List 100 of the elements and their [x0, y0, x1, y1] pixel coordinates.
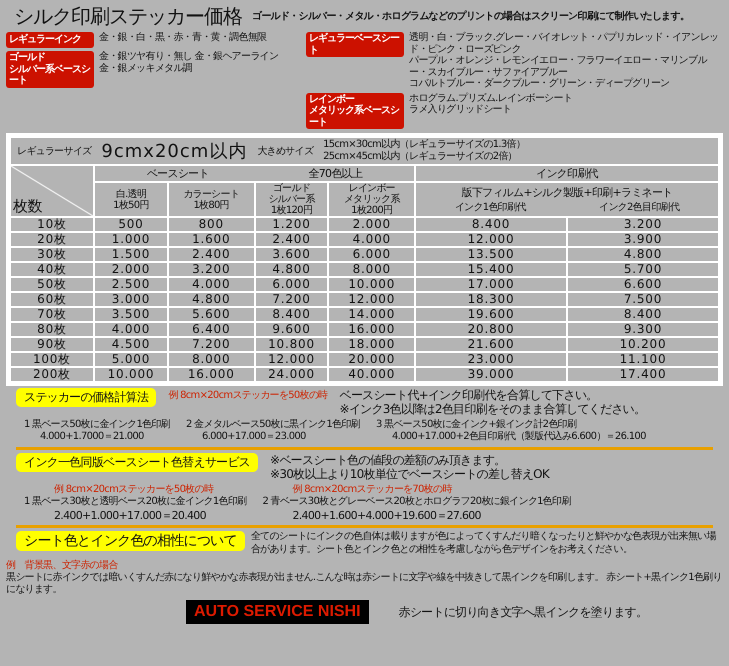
table-cell: 9.300: [567, 322, 719, 337]
table-cell: 6.400: [168, 322, 255, 337]
row-header: 100枚: [10, 352, 94, 367]
table-cell: 24.000: [254, 367, 328, 382]
table-cell: 1.000: [94, 232, 168, 247]
row-header: 50枚: [10, 277, 94, 292]
table-cell: 2.400: [254, 232, 328, 247]
formula-text: 6.000+17.000＝23.000: [201, 431, 307, 444]
category-label: レギュラーインク: [6, 32, 94, 48]
table-cell: 12.000: [415, 232, 567, 247]
note-text: ベースシート代+インク印刷代を合算して下さい。 ※インク3色以降は2色目印刷をそのまま合算してください。: [339, 388, 646, 417]
table-cell: 23.000: [415, 352, 567, 367]
case-title: 2 金メタルベース50枚に黒インク1色印刷: [186, 418, 360, 432]
table-cell: 4.800: [168, 292, 255, 307]
table-cell: 7.200: [254, 292, 328, 307]
table-cell: 8.400: [254, 307, 328, 322]
table-cell: 16.000: [168, 367, 255, 382]
case-title: 1 黒ベース50枚に金インク1色印刷: [24, 418, 170, 432]
table-cell: 16.000: [328, 322, 416, 337]
page-subtitle: ゴールド・シルバー・メタル・ホログラムなどのプリントの場合はスクリーン印刷にて制作いたします。: [252, 10, 690, 22]
table-cell: 40.000: [328, 367, 416, 382]
table-cell: 5.700: [567, 262, 719, 277]
category-label: レインボー メタリック系ベースシート: [306, 92, 404, 129]
formula-text: 2.400+1.000+17.000＝20.400: [53, 508, 207, 522]
table-cell: 7.500: [567, 292, 719, 307]
table-cell: 19.600: [415, 307, 567, 322]
table-cell: 10.000: [328, 277, 416, 292]
table-cell: 8.400: [567, 307, 719, 322]
table-cell: 15.400: [415, 262, 567, 277]
table-cell: 18.300: [415, 292, 567, 307]
description-text: 金・銀・白・黒・赤・青・黄・調色無限: [99, 32, 266, 44]
table-cell: 4.000: [328, 232, 416, 247]
table-cell: 6.000: [254, 277, 328, 292]
column-header: レインボー メタリック系 1枚200円: [342, 183, 402, 216]
table-cell: 9.600: [254, 322, 328, 337]
table-cell: 500: [94, 217, 168, 232]
formula-text: 2.400+1.600+4.000+19.600＝27.600: [291, 508, 482, 522]
row-header: 90枚: [10, 337, 94, 352]
size-label: レギュラーサイズ: [17, 145, 92, 158]
description-text: 金・銀ツヤ有り・無し 金・銀ヘアーライン 金・銀メッキメタル調: [99, 51, 278, 74]
table-cell: 20.800: [415, 322, 567, 337]
large-sizes: 15cm×30cm以内（レギュラーサイズの1.3倍） 25cm×45cm以内（レギュラーサイズの2倍）: [323, 139, 526, 163]
case-title: 3 黒ベース50枚に金インク+銀インク計2色印刷: [376, 418, 578, 430]
section-label: シート色とインク色の相性について: [16, 531, 245, 552]
table-cell: 8.000: [168, 352, 255, 367]
table-cell: 4.000: [168, 277, 255, 292]
logo-sample: AUTO SERVICE NISHI: [186, 600, 369, 624]
table-cell: 13.500: [415, 247, 567, 262]
column-header: 版下フィルム+シルク製版+印刷+ラミネート: [460, 185, 674, 200]
table-cell: 800: [168, 217, 255, 232]
row-header: 200枚: [10, 367, 94, 382]
table-cell: 3.200: [567, 217, 719, 232]
table-cell: 12.000: [254, 352, 328, 367]
example-text: 例 8cm×20cmステッカーを70枚の時: [291, 484, 453, 496]
caption-text: 赤シートに切り向き文字へ黒インクを塗ります。: [398, 604, 648, 621]
description-text: 全てのシートにインクの色自体は載りますが色によってくすんだり暗くなったりと鮮やかな色表現が出来無い場合があります。シート色とインク色との相性を考慮しながら色デザインをお考えください。: [250, 531, 718, 556]
example-text: 例 8cm×20cmステッカーを50枚の時: [168, 388, 328, 402]
table-cell: 3.500: [94, 307, 168, 322]
table-cell: 6.600: [567, 277, 719, 292]
description-text: 黒シートに赤インクでは暗いくすんだ赤になり鮮やかな赤表現が出ません.こんな時は赤シートに文字や線を中抜きして黒インクを印刷します。 赤シート+黒インク1色刷りになります。: [6, 572, 723, 596]
table-cell: 7.200: [168, 337, 255, 352]
row-header: 30枚: [10, 247, 94, 262]
group-header: ベースシート: [146, 166, 209, 181]
row-header: 70枚: [10, 307, 94, 322]
table-cell: 10.200: [567, 337, 719, 352]
page-title: シルク印刷ステッカー価格: [14, 3, 242, 30]
table-cell: 1.200: [254, 217, 328, 232]
group-header: インク印刷代: [415, 165, 719, 182]
column-header: インク2色目印刷代: [599, 200, 680, 214]
table-cell: 6.000: [328, 247, 416, 262]
table-cell: 8.000: [328, 262, 416, 277]
description-text: ホログラム.プリズム.レインボーシート ラメ入りグリッドシート: [409, 92, 572, 116]
description-text: 透明・白・ブラック.グレー・バイオレット・パプリカレッド・イアンレッド・ピンク・ローズピンク パープル・オレンジ・レモンイエロー・フラワーイエロー・マリンブルー・スカイブルー・サファイアブルー コバルトブルー・ダークブルー・グリーン・ディープグリーン: [409, 32, 720, 90]
table-cell: 3.000: [94, 292, 168, 307]
note-text: ※ベースシート色の値段の差額のみ頂きます。 ※30枚以上より10枚単位でベースシートの差し替えOK: [270, 452, 550, 482]
column-header: ゴールド シルバー系 1枚120円: [267, 183, 316, 216]
column-header: インク1色印刷代: [454, 200, 526, 214]
table-cell: 1.500: [94, 247, 168, 262]
section-label: インク一色同版ベースシート色替えサービス: [16, 452, 258, 472]
table-cell: 3.900: [567, 232, 719, 247]
table-cell: 10.800: [254, 337, 328, 352]
row-header: 60枚: [10, 292, 94, 307]
row-header: 20枚: [10, 232, 94, 247]
row-header: 10枚: [10, 217, 94, 232]
table-cell: 14.000: [328, 307, 416, 322]
table-cell: 3.600: [254, 247, 328, 262]
table-cell: 12.000: [328, 292, 416, 307]
formula-text: 4.000+17.000+2色目印刷代（製版代込み6.600）＝26.100: [390, 431, 646, 444]
table-cell: 2.000: [94, 262, 168, 277]
table-cell: 11.100: [567, 352, 719, 367]
table-cell: 17.400: [567, 367, 719, 382]
table-cell: 20.000: [328, 352, 416, 367]
table-cell: 1.600: [168, 232, 255, 247]
table-cell: 2.500: [94, 277, 168, 292]
table-cell: 4.800: [567, 247, 719, 262]
table-cell: 3.200: [168, 262, 255, 277]
table-cell: 4.000: [94, 322, 168, 337]
table-cell: 5.600: [168, 307, 255, 322]
example-text: 例 背景黒、文字赤の場合: [6, 560, 119, 572]
regular-size: 9cmx20cm以内: [101, 140, 248, 163]
